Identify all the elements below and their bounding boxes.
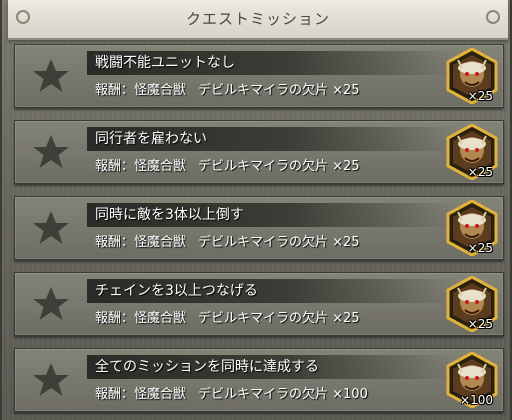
reward-item: デビルキマイラの欠片 ×25 [198,83,360,98]
mission-name: 全てのミッションを同時に達成する [95,359,319,375]
star-icon [21,51,81,101]
reward-prefix: 報酬：怪魔合獣 [95,387,187,402]
mission-name: チェインを3以上つなげる [95,283,258,299]
reward-prefix: 報酬：怪魔合獣 [95,159,187,174]
chimera-shard-icon[interactable]: ×25 [445,124,499,180]
mission-name: 同時に敵を3体以上倒す [95,207,244,223]
mission-name-bar: 同行者を雇わない [87,127,457,151]
mission-reward: 報酬：怪魔合獣 デビルキマイラの欠片 ×25 [95,309,360,329]
mission-row[interactable]: 全てのミッションを同時に達成する 報酬：怪魔合獣 デビルキマイラの欠片 ×100 … [14,348,504,412]
mission-name-bar: 同時に敵を3体以上倒す [87,203,457,227]
star-icon [21,355,81,405]
item-count: ×25 [467,89,493,103]
mission-reward: 報酬：怪魔合獣 デビルキマイラの欠片 ×25 [95,81,360,101]
mission-name-bar: 全てのミッションを同時に達成する [87,355,457,379]
star-icon [21,203,81,253]
mission-reward: 報酬：怪魔合獣 デビルキマイラの欠片 ×25 [95,157,360,177]
quest-mission-panel: クエストミッション 戦闘不能ユニットなし 報酬：怪魔合獣 デビルキマイラの欠片 ×… [0,0,512,420]
mission-reward: 報酬：怪魔合獣 デビルキマイラの欠片 ×25 [95,233,360,253]
panel-header: クエストミッション [8,0,508,40]
reward-item: デビルキマイラの欠片 ×25 [198,311,360,326]
mission-name-bar: 戦闘不能ユニットなし [87,51,457,75]
mission-name-bar: チェインを3以上つなげる [87,279,457,303]
reward-item: デビルキマイラの欠片 ×100 [198,387,368,402]
reward-prefix: 報酬：怪魔合獣 [95,83,187,98]
ornament-right [486,10,500,24]
reward-item: デビルキマイラの欠片 ×25 [198,235,360,250]
mission-name: 同行者を雇わない [95,131,207,147]
mission-row[interactable]: チェインを3以上つなげる 報酬：怪魔合獣 デビルキマイラの欠片 ×25 ×25 [14,272,504,336]
mission-name: 戦闘不能ユニットなし [95,55,235,71]
chimera-shard-icon[interactable]: ×25 [445,276,499,332]
mission-row[interactable]: 同行者を雇わない 報酬：怪魔合獣 デビルキマイラの欠片 ×25 ×25 [14,120,504,184]
mission-reward: 報酬：怪魔合獣 デビルキマイラの欠片 ×100 [95,385,368,405]
mission-row[interactable]: 同時に敵を3体以上倒す 報酬：怪魔合獣 デビルキマイラの欠片 ×25 ×25 [14,196,504,260]
item-count: ×100 [460,393,493,407]
reward-prefix: 報酬：怪魔合獣 [95,311,187,326]
item-count: ×25 [467,165,493,179]
item-count: ×25 [467,317,493,331]
reward-prefix: 報酬：怪魔合獣 [95,235,187,250]
panel-title: クエストミッション [185,10,330,28]
mission-row[interactable]: 戦闘不能ユニットなし 報酬：怪魔合獣 デビルキマイラの欠片 ×25 ×25 [14,44,504,108]
star-icon [21,279,81,329]
star-icon [21,127,81,177]
chimera-shard-icon[interactable]: ×25 [445,48,499,104]
chimera-shard-icon[interactable]: ×100 [445,352,499,408]
chimera-shard-icon[interactable]: ×25 [445,200,499,256]
reward-item: デビルキマイラの欠片 ×25 [198,159,360,174]
item-count: ×25 [467,241,493,255]
